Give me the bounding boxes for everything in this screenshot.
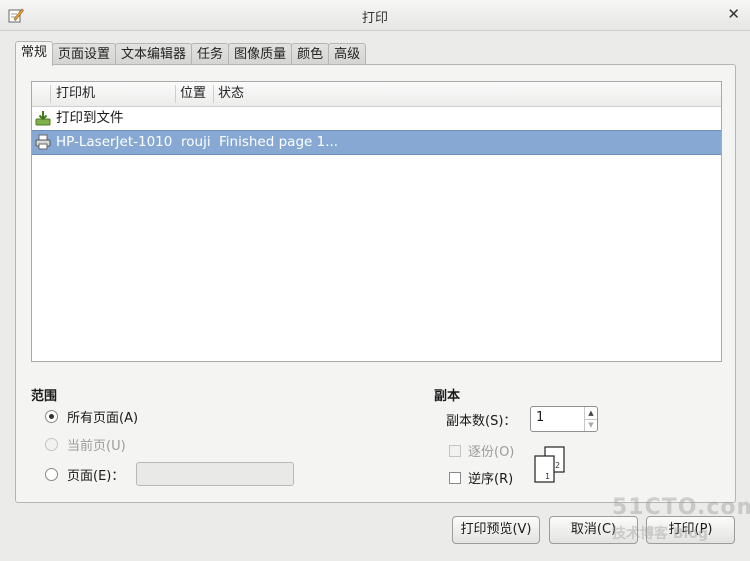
copies-title: 副本 [434, 389, 461, 404]
copies-spinner[interactable]: 1 ▲ ▼ [530, 406, 598, 432]
column-status[interactable]: 状态 [218, 82, 244, 106]
range-current-page: 当前页(U) [45, 435, 126, 454]
printer-list[interactable]: 打印机 位置 状态 打印到文件 HP-LaserJet-1010 rouji F… [31, 81, 722, 362]
tab-image-quality[interactable]: 图像质量 [228, 43, 293, 66]
watermark-line-1: 51CTO.com [612, 495, 750, 520]
printer-name: 打印到文件 [56, 110, 124, 126]
collate-pages-icon: 2 1 [534, 446, 565, 483]
tab-page-setup[interactable]: 页面设置 [52, 43, 117, 66]
copies-value: 1 [536, 410, 545, 425]
pages-label: 页面(E)： [67, 469, 125, 484]
tab-jobs[interactable]: 任务 [191, 43, 230, 66]
collate-option: 逐份(O) [449, 441, 514, 460]
printer-icon [35, 134, 51, 150]
printer-list-header: 打印机 位置 状态 [32, 82, 721, 107]
close-button[interactable]: ✕ [727, 5, 740, 23]
copies-count-label: 副本数(S)： [446, 414, 517, 429]
column-location[interactable]: 位置 [180, 82, 206, 106]
printer-status: Finished page 1... [219, 134, 339, 150]
pages-radio[interactable] [45, 468, 58, 481]
tab-text-editor[interactable]: 文本编辑器 [115, 43, 193, 66]
tab-advanced[interactable]: 高级 [328, 43, 367, 66]
tab-color[interactable]: 颜色 [291, 43, 330, 66]
current-page-label: 当前页(U) [67, 439, 126, 454]
window-title: 打印 [361, 11, 388, 26]
collate-label: 逐份(O) [468, 445, 515, 460]
chevron-down-icon[interactable]: ▼ [585, 419, 597, 431]
site-watermark: 51CTO.com 技术博客 Blog [612, 495, 750, 542]
print-preview-button[interactable]: 打印预览(V) [452, 516, 540, 544]
printer-row-file[interactable]: 打印到文件 [32, 107, 721, 130]
collate-checkbox [449, 444, 461, 457]
spinner-arrows: ▲ ▼ [584, 407, 597, 431]
range-all-pages[interactable]: 所有页面(A) [45, 407, 138, 426]
range-title: 范围 [31, 389, 58, 404]
pages-input [136, 462, 294, 486]
printer-location: rouji [181, 134, 211, 150]
current-page-radio [45, 438, 58, 451]
all-pages-radio[interactable] [45, 410, 58, 423]
reverse-option[interactable]: 逆序(R) [449, 468, 513, 487]
printer-name: HP-LaserJet-1010 [56, 134, 173, 150]
reverse-label: 逆序(R) [468, 472, 514, 487]
watermark-line-2: 技术博客 Blog [612, 526, 708, 542]
general-panel: 打印机 位置 状态 打印到文件 HP-LaserJet-1010 rouji F… [15, 64, 736, 503]
all-pages-label: 所有页面(A) [67, 411, 139, 426]
title-bar: 打印 ✕ [0, 0, 750, 31]
collate-page-2-label: 2 [555, 461, 560, 470]
tab-general[interactable]: 常规 [15, 41, 54, 66]
print-dialog: 打印 ✕ 常规 页面设置 文本编辑器 任务 图像质量 颜色 高级 打印机 位置 … [0, 0, 750, 561]
reverse-checkbox[interactable] [449, 471, 461, 484]
column-printer[interactable]: 打印机 [56, 82, 95, 106]
print-to-file-icon [35, 111, 51, 126]
tab-bar: 常规 页面设置 文本编辑器 任务 图像质量 颜色 高级 [15, 41, 367, 66]
range-pages[interactable]: 页面(E)： [45, 465, 124, 484]
printer-row-hp[interactable]: HP-LaserJet-1010 rouji Finished page 1..… [32, 130, 721, 155]
collate-page-1-label: 1 [545, 472, 550, 481]
